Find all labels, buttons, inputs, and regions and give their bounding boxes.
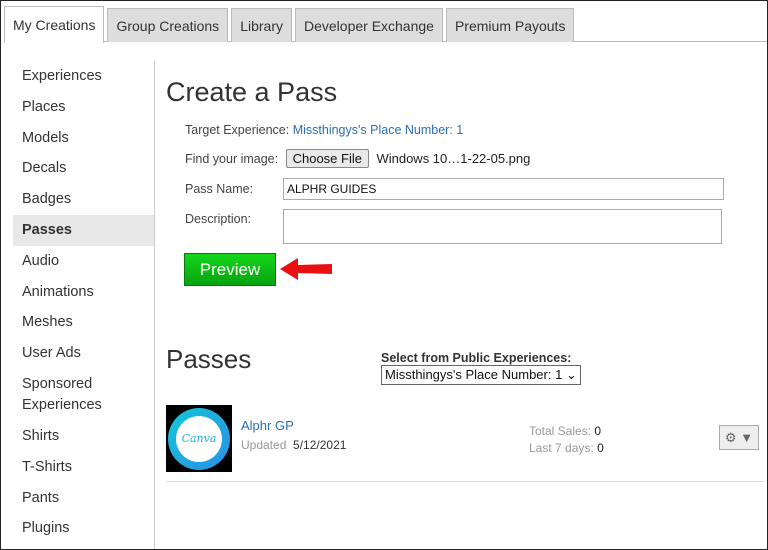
tab-library[interactable]: Library [231,8,292,42]
passes-title: Passes [166,344,252,374]
sidebar-item-experiences[interactable]: Experiences [13,61,154,92]
target-experience-row: Target Experience: Missthingys's Place N… [185,123,463,137]
total-sales: Total Sales: 0 [529,424,602,438]
page-title: Create a Pass [166,77,338,107]
pass-updated: Updated 5/12/2021 [241,438,347,452]
sidebar-item-models[interactable]: Models [13,123,154,154]
last-7-days-sales: Last 7 days: 0 [529,441,604,455]
choose-file-button[interactable]: Choose File [285,149,369,168]
sidebar-item-pants[interactable]: Pants [13,483,154,514]
description-label: Description: [185,212,251,226]
chevron-down-icon: ⌄ [565,367,577,382]
updated-date: 5/12/2021 [293,438,347,452]
pass-thumbnail[interactable]: Canva [166,405,232,472]
target-experience-link[interactable]: Missthingys's Place Number: 1 [293,123,464,137]
caret-down-icon: ▼ [740,430,754,445]
sidebar-item-passes[interactable]: Passes [13,214,154,246]
tab-my-creations[interactable]: My Creations [4,6,105,43]
sidebar-item-shirts[interactable]: Shirts [13,421,154,452]
preview-button[interactable]: Preview [184,253,276,286]
sidebar-item-animations[interactable]: Animations [13,277,154,308]
description-input[interactable] [283,209,722,244]
pass-name-input[interactable]: ALPHR GUIDES [283,178,724,200]
sidebar-item-places[interactable]: Places [13,92,154,123]
file-name: Windows 10…1-22-05.png [376,151,531,166]
sidebar-item-badges[interactable]: Badges [13,184,154,215]
image-row: Find your image: Choose File Windows 10…… [185,149,530,168]
public-experiences-select[interactable]: Missthingys's Place Number: 1 ⌄ [381,365,581,385]
gear-dropdown-button[interactable]: ⚙ ▼ [719,425,759,450]
select-label: Select from Public Experiences: [381,351,572,365]
tab-developer-exchange[interactable]: Developer Exchange [294,8,443,42]
sidebar: Experiences Places Models Decals Badges … [13,61,155,549]
select-value: Missthingys's Place Number: 1 [385,367,563,382]
image-label: Find your image: [185,152,279,166]
tab-bar: My Creations Group Creations Library Dev… [4,6,767,43]
red-arrow-icon [280,258,332,280]
sidebar-item-meshes[interactable]: Meshes [13,307,154,338]
pass-name-link[interactable]: Alphr GP [241,418,294,433]
sidebar-item-user-ads[interactable]: User Ads [13,338,154,369]
tab-group-creations[interactable]: Group Creations [107,8,229,42]
sidebar-item-audio[interactable]: Audio [13,246,154,277]
target-label: Target Experience: [185,123,290,137]
public-experiences-selector: Select from Public Experiences: Missthin… [381,351,767,385]
divider [166,481,764,482]
pass-name-label: Pass Name: [185,182,254,196]
sidebar-item-decals[interactable]: Decals [13,153,154,184]
sidebar-item-plugins[interactable]: Plugins [13,513,154,544]
canva-logo: Canva [168,407,230,470]
tab-premium-payouts[interactable]: Premium Payouts [445,8,575,42]
sidebar-item-t-shirts[interactable]: T-Shirts [13,452,154,483]
sidebar-item-sponsored-experiences[interactable]: Sponsored Experiences [13,369,154,421]
gear-icon: ⚙ [724,430,737,445]
